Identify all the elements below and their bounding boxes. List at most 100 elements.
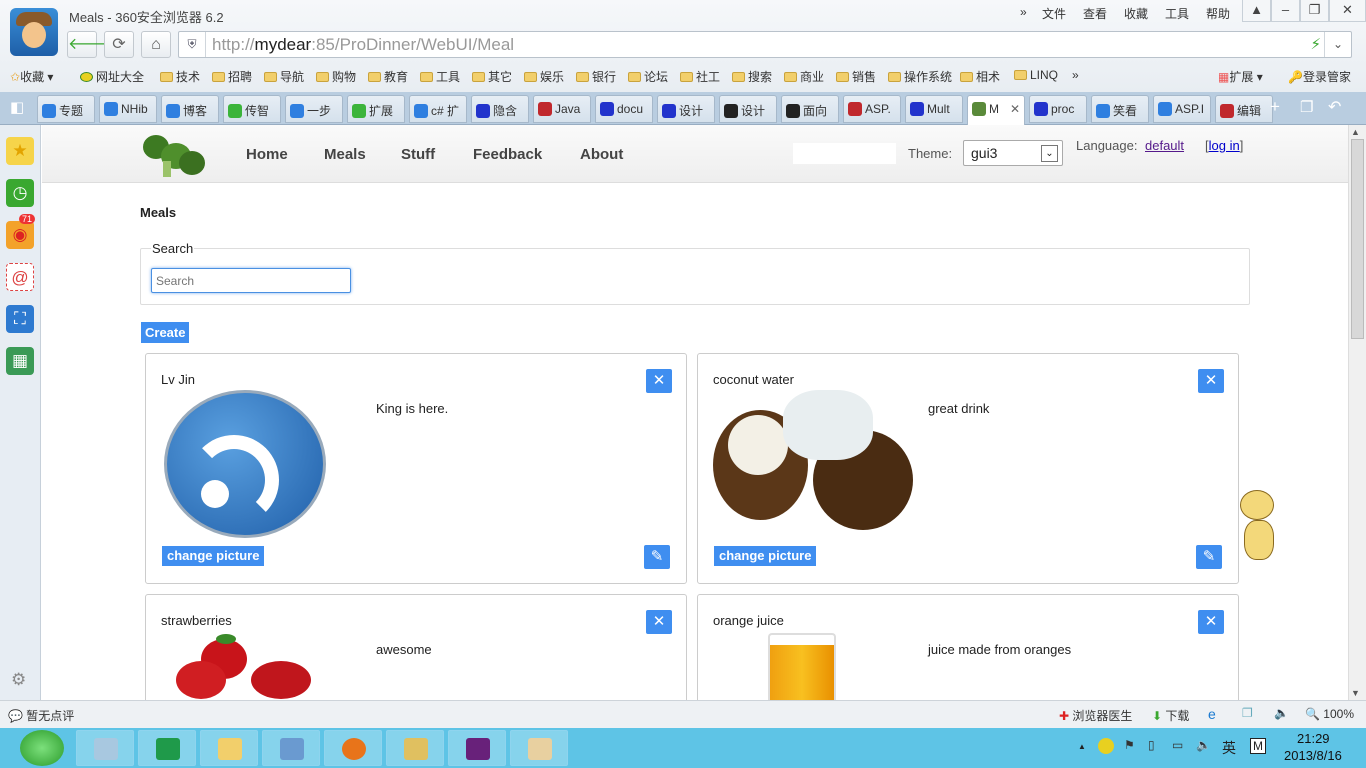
nav-about[interactable]: About [580,146,623,163]
menu-favorites[interactable]: 收藏 [1124,5,1148,22]
bookmark-item[interactable]: 销售 [836,68,876,85]
browser-tab[interactable]: ASP. [843,95,901,123]
menu-view[interactable]: 查看 [1083,5,1107,22]
login-manager-button[interactable]: 🔑登录管家 [1288,68,1351,85]
sidebar-toggle-icon[interactable]: ◧ [10,98,24,116]
delete-button[interactable]: ✕ [1198,369,1224,393]
change-picture-button[interactable]: change picture [714,546,817,566]
nav-stuff[interactable]: Stuff [401,146,435,163]
browser-tab[interactable]: proc [1029,95,1087,123]
extensions-button[interactable]: ▦扩展 ▾ [1218,68,1263,85]
restore-button[interactable]: ❐ [1300,0,1329,22]
tray-network-icon[interactable]: ▭ [1172,738,1183,752]
create-button[interactable]: Create [141,322,190,343]
menu-help[interactable]: 帮助 [1206,5,1230,22]
bookmarks-more[interactable]: » [1072,68,1079,82]
bookmark-item[interactable]: 操作系统 [888,68,952,85]
taskbar-app[interactable] [386,730,444,766]
bookmark-item[interactable]: 社工 [680,68,720,85]
bookmark-item[interactable]: 娱乐 [524,68,564,85]
ime-indicator[interactable]: 英 [1222,738,1236,758]
change-picture-button[interactable]: change picture [162,546,265,566]
browser-tab[interactable]: c# 扩 [409,95,467,123]
theme-select[interactable]: gui3 ⌄ [963,140,1063,166]
delete-button[interactable]: ✕ [646,610,672,634]
menu-file[interactable]: 文件 [1042,5,1066,22]
new-tab-icon[interactable]: + [1270,97,1280,117]
tab-active[interactable]: M ✕ [967,95,1025,125]
scroll-down-icon[interactable]: ▼ [1351,688,1360,698]
minimize-button[interactable]: – [1271,0,1300,22]
bookmark-item[interactable]: 教育 [368,68,408,85]
ie-icon[interactable]: e [1208,706,1216,722]
menu-tools[interactable]: 工具 [1165,5,1189,22]
clock-time[interactable]: 21:29 [1297,731,1330,746]
bookmark-item[interactable]: 购物 [316,68,356,85]
taskbar-paint[interactable] [510,730,568,766]
ime-mode-icon[interactable]: M [1250,738,1266,754]
delete-button[interactable]: ✕ [1198,610,1224,634]
browser-tab[interactable]: 专题 [37,95,95,123]
tray-flag-icon[interactable]: ⚑ [1124,738,1135,752]
close-button[interactable]: ✕ [1329,0,1366,22]
bookmark-item[interactable]: 论坛 [628,68,668,85]
speed-mode-icon[interactable]: ⚡ [1310,35,1321,53]
tray-power-icon[interactable]: ▯ [1148,738,1155,752]
browser-tab[interactable]: Java [533,95,591,123]
address-bar[interactable]: ⛨ http://mydear:85/ProDinner/WebUI/Meal … [178,31,1352,58]
home-button[interactable]: ⌂ [141,31,171,58]
browser-tab[interactable]: 传智 [223,95,281,123]
bookmark-item[interactable]: 其它 [472,68,512,85]
favorites-star-icon[interactable]: ★ [6,137,34,165]
search-input[interactable] [151,268,351,293]
start-button[interactable] [20,730,64,766]
tray-expand-icon[interactable]: ▲ [1078,742,1086,751]
taskbar-visual-studio[interactable] [448,730,506,766]
tab-list-icon[interactable]: ❐ [1300,98,1313,116]
broccoli-logo[interactable] [139,131,209,179]
bookmark-item[interactable]: 商业 [784,68,824,85]
browser-tab[interactable]: 设计 [719,95,777,123]
browser-tab[interactable]: 隐含 [471,95,529,123]
bookmark-item[interactable]: 工具 [420,68,460,85]
language-link[interactable]: default [1145,138,1184,153]
tab-close-icon[interactable]: ✕ [1010,102,1020,116]
undo-close-icon[interactable]: ↶ [1328,97,1341,117]
vertical-scrollbar[interactable]: ▲ ▼ [1348,125,1366,700]
address-dropdown[interactable]: ⌄ [1324,32,1351,57]
zoom-level[interactable]: 🔍 100% [1305,707,1354,721]
tray-volume-icon[interactable]: 🔈 [1196,738,1211,752]
volume-icon[interactable]: 🔈 [1274,706,1289,720]
browser-tab[interactable]: NHib [99,95,157,123]
download-button[interactable]: ⬇ 下载 [1152,707,1189,724]
weibo-icon[interactable]: ◉ [6,221,34,249]
clock-date[interactable]: 2013/8/16 [1284,748,1342,763]
nav-feedback[interactable]: Feedback [473,146,542,163]
bookmark-item[interactable]: 网址大全 [80,68,144,85]
skin-button[interactable]: ▲ [1242,0,1271,22]
browser-tab[interactable]: 面向 [781,95,839,123]
browser-tab[interactable]: 编辑 [1215,95,1273,123]
taskbar-explorer[interactable] [200,730,258,766]
taskbar-app[interactable] [76,730,134,766]
mail-icon[interactable]: @ [6,263,34,291]
browser-tab[interactable]: docu [595,95,653,123]
dog-mascot[interactable] [1230,485,1286,565]
browser-tab[interactable]: 博客 [161,95,219,123]
tray-360-icon[interactable] [1098,738,1114,754]
bookmark-favorites[interactable]: ✩收藏 ▾ [10,68,53,85]
nav-home[interactable]: Home [246,146,288,163]
scroll-up-icon[interactable]: ▲ [1351,127,1360,137]
video-icon[interactable]: ▦ [6,347,34,375]
delete-button[interactable]: ✕ [646,369,672,393]
browser-tab[interactable]: 扩展 [347,95,405,123]
scrollbar-thumb[interactable] [1351,139,1364,339]
browser-doctor[interactable]: ✚ 浏览器医生 [1059,707,1132,724]
taskbar-firefox[interactable] [324,730,382,766]
bookmark-item[interactable]: 导航 [264,68,304,85]
taskbar-app[interactable] [262,730,320,766]
nav-meals[interactable]: Meals [324,146,366,163]
bookmark-item[interactable]: 相术 [960,68,1000,85]
login-link[interactable]: log in [1209,138,1240,153]
browser-tab[interactable]: 一步 [285,95,343,123]
